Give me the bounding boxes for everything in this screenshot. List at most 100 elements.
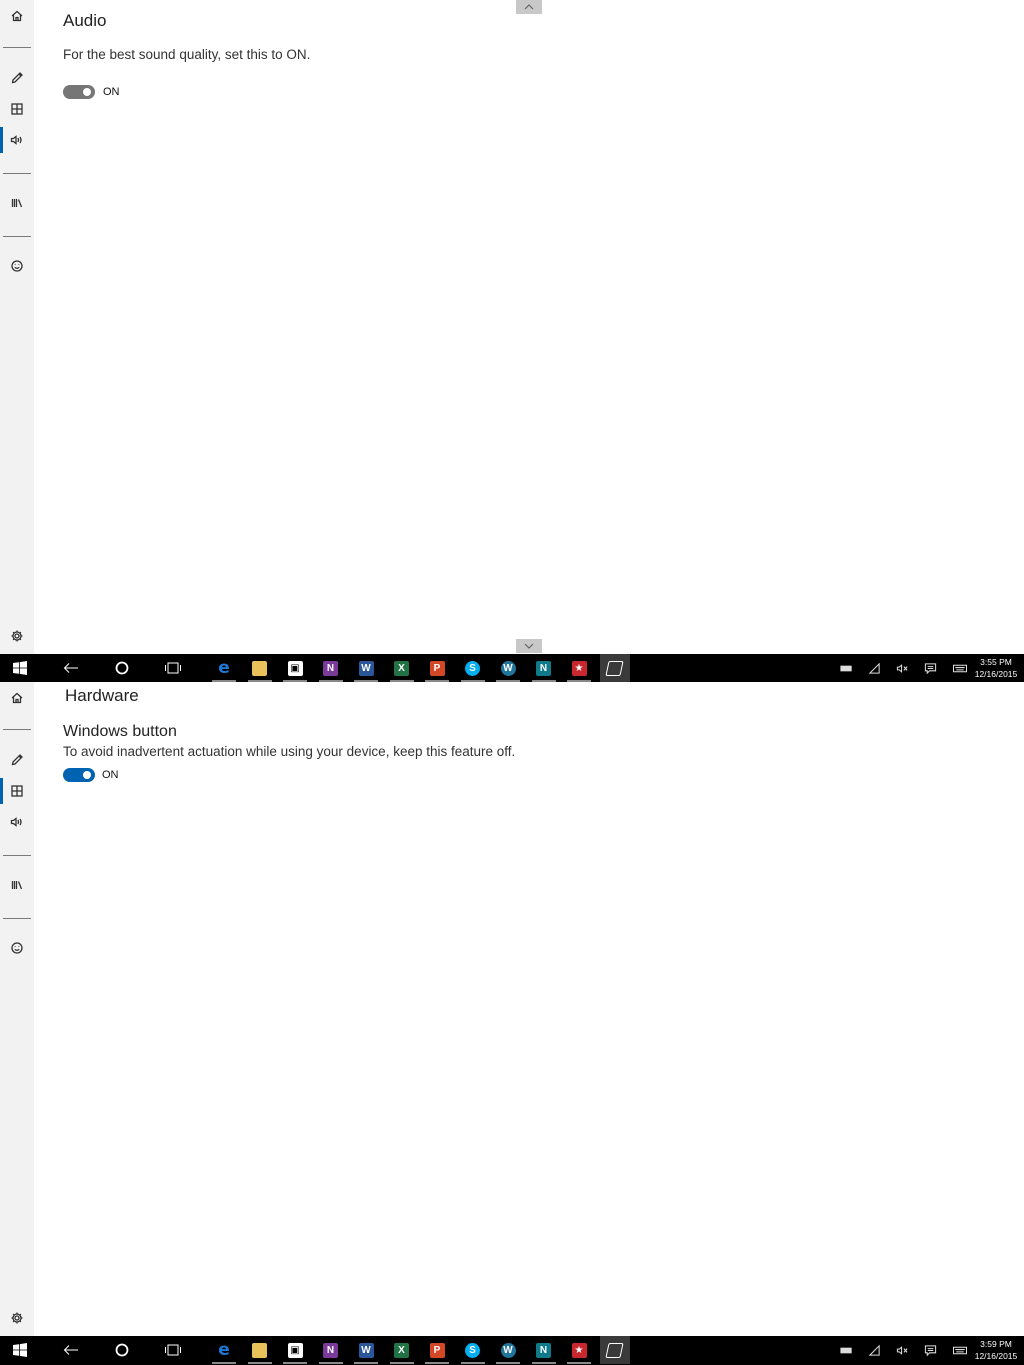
edge-icon: e [218, 1340, 230, 1360]
volume-muted-icon [896, 663, 908, 673]
gear-icon [11, 630, 23, 642]
pen-icon [11, 72, 23, 84]
file-explorer-taskbar-button[interactable] [245, 1336, 275, 1364]
word-taskbar-button[interactable]: W [351, 654, 381, 682]
onenote-icon: N [323, 1342, 338, 1358]
clock-time: 3:55 PM [980, 657, 1012, 667]
nav-library-button[interactable] [0, 188, 34, 218]
battery-button[interactable] [839, 661, 853, 675]
windows-logo-icon [13, 1343, 27, 1357]
skype-icon: S [465, 1342, 480, 1358]
skype-taskbar-button[interactable]: S [458, 1336, 488, 1364]
store-taskbar-button[interactable]: ▣ [280, 1336, 310, 1364]
word-taskbar-button[interactable]: W [351, 1336, 381, 1364]
battery-button[interactable] [839, 1343, 853, 1357]
task-view-button[interactable] [158, 1336, 188, 1364]
toggle-knob [83, 88, 91, 96]
back-arrow-icon [63, 1345, 78, 1355]
news-taskbar-button[interactable]: N [529, 1336, 559, 1364]
edge-taskbar-button[interactable]: e [209, 654, 239, 682]
start-button[interactable] [0, 1336, 40, 1364]
wordpress-icon: W [500, 660, 516, 676]
sidebar-divider [3, 855, 31, 856]
keyboard-icon [952, 1346, 967, 1354]
excel-taskbar-button[interactable]: X [387, 654, 417, 682]
touch-keyboard-button[interactable] [951, 661, 968, 675]
wordpress-taskbar-button[interactable]: W [493, 1336, 523, 1364]
wordpress-taskbar-button[interactable]: W [493, 654, 523, 682]
task-view-icon [165, 662, 181, 674]
nav-settings-button[interactable] [0, 1303, 34, 1333]
audio-quality-toggle[interactable] [63, 85, 95, 99]
red-app-taskbar-button[interactable]: ★ [564, 654, 594, 682]
skype-taskbar-button[interactable]: S [458, 654, 488, 682]
chevron-up-icon [524, 4, 534, 10]
expand-down-button[interactable] [516, 639, 542, 653]
onenote-taskbar-button[interactable]: N [316, 1336, 346, 1364]
excel-taskbar-button[interactable]: X [387, 1336, 417, 1364]
touch-keyboard-button[interactable] [951, 1343, 968, 1357]
network-button[interactable] [867, 1343, 881, 1357]
surface-pen-app-taskbar-button[interactable] [599, 654, 630, 682]
message-icon [924, 662, 936, 674]
clock-time: 3:59 PM [980, 1339, 1012, 1349]
cortana-button[interactable] [107, 654, 137, 682]
nav-feedback-button[interactable] [0, 933, 34, 963]
clock[interactable]: 3:59 PM 12/16/2015 [971, 1338, 1021, 1362]
edge-icon: e [218, 658, 230, 678]
store-taskbar-button[interactable]: ▣ [280, 654, 310, 682]
nav-feedback-button[interactable] [0, 251, 34, 281]
volume-button[interactable] [895, 1343, 909, 1357]
task-view-button[interactable] [158, 654, 188, 682]
page-title: Hardware [65, 686, 139, 705]
network-button[interactable] [867, 661, 881, 675]
library-icon [11, 881, 23, 890]
home-icon [11, 692, 23, 704]
cortana-circle-icon [115, 661, 129, 675]
nav-pen-button[interactable] [0, 63, 34, 93]
nav-hardware-button[interactable] [0, 94, 34, 124]
nav-settings-button[interactable] [0, 621, 34, 651]
setting-title: Windows button [63, 723, 177, 740]
sidebar [0, 682, 34, 1336]
wifi-icon [868, 662, 880, 674]
edge-taskbar-button[interactable]: e [209, 1336, 239, 1364]
windows-button-toggle[interactable] [63, 768, 95, 782]
cortana-button[interactable] [107, 1336, 137, 1364]
collapse-up-button[interactable] [516, 0, 542, 14]
action-center-button[interactable] [923, 661, 937, 675]
news-taskbar-button[interactable]: N [529, 654, 559, 682]
nav-home-button[interactable] [0, 1, 34, 31]
nav-home-button[interactable] [0, 683, 34, 713]
start-button[interactable] [0, 654, 40, 682]
excel-icon: X [394, 1342, 409, 1358]
surface-pen-app-taskbar-button[interactable] [599, 1336, 630, 1364]
onenote-taskbar-button[interactable]: N [316, 654, 346, 682]
nav-audio-button[interactable] [0, 125, 34, 155]
page-title: Audio [63, 11, 107, 30]
nav-library-button[interactable] [0, 870, 34, 900]
battery-icon [839, 665, 852, 671]
powerpoint-taskbar-button[interactable]: P [422, 654, 452, 682]
red-app-taskbar-button[interactable]: ★ [564, 1336, 594, 1364]
word-icon: W [358, 1342, 374, 1358]
nav-hardware-button[interactable] [0, 776, 34, 806]
nav-pen-button[interactable] [0, 745, 34, 775]
hardware-settings-pane: Hardware Windows button To avoid inadver… [0, 682, 1024, 1336]
file-explorer-taskbar-button[interactable] [245, 654, 275, 682]
onenote-icon: N [323, 660, 338, 676]
action-center-button[interactable] [923, 1343, 937, 1357]
nav-audio-button[interactable] [0, 807, 34, 837]
smiley-icon [11, 260, 23, 272]
toggle-state-label: ON [102, 769, 119, 781]
smiley-icon [11, 942, 23, 954]
clock[interactable]: 3:55 PM 12/16/2015 [971, 656, 1021, 680]
audio-settings-pane: Audio For the best sound quality, set th… [0, 0, 1024, 654]
volume-button[interactable] [895, 661, 909, 675]
news-icon: N [536, 1342, 551, 1358]
back-button[interactable] [56, 1336, 86, 1364]
sidebar [0, 0, 34, 654]
sidebar-divider [3, 47, 31, 48]
back-button[interactable] [56, 654, 86, 682]
powerpoint-taskbar-button[interactable]: P [422, 1336, 452, 1364]
